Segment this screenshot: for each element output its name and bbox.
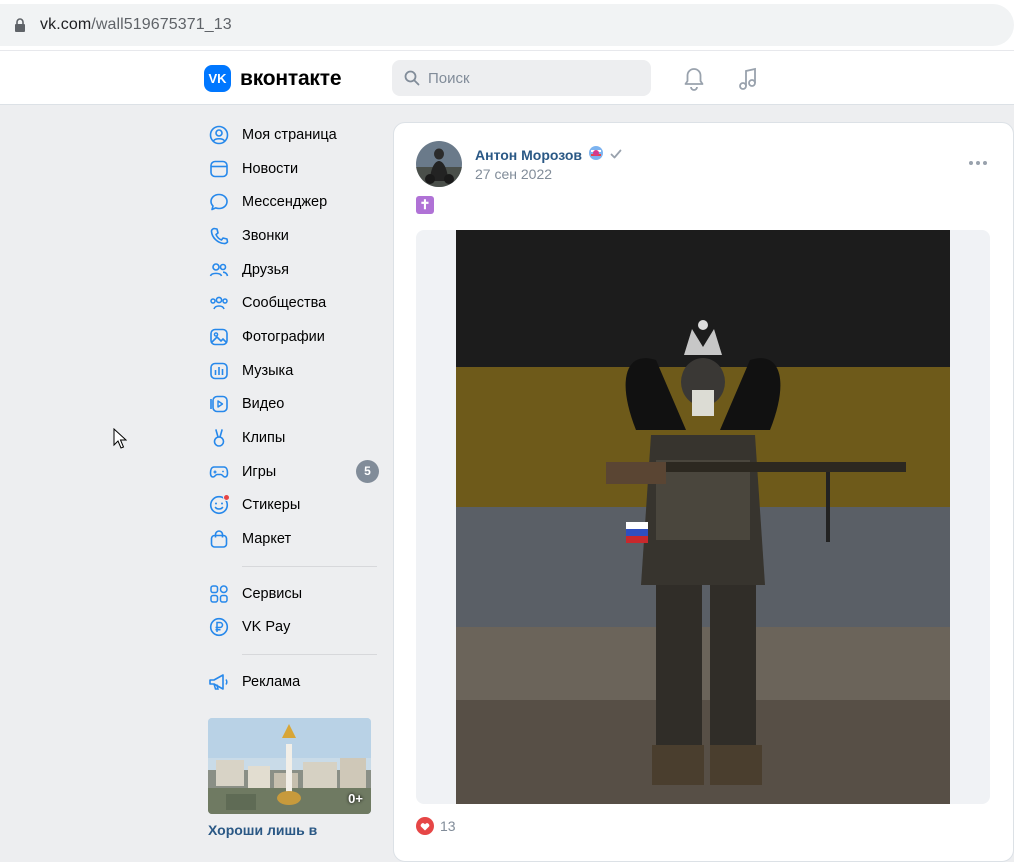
- wall-post: Антон Морозов 27 сен 2022 ✝ 13: [393, 122, 1014, 862]
- vk-logo-text: вконтакте: [240, 66, 342, 90]
- sticker-icon: [208, 494, 230, 516]
- vkpay-icon: [208, 616, 230, 638]
- news-icon: [208, 158, 230, 180]
- sidebar-item-label: Видео: [242, 396, 285, 413]
- sidebar-item-messenger[interactable]: Мессенджер: [204, 185, 384, 219]
- sidebar-item-label: Моя страница: [242, 126, 337, 143]
- communities-icon: [208, 292, 230, 314]
- sidebar-item-label: Стикеры: [242, 497, 301, 514]
- sidebar-item-photos[interactable]: Фотографии: [204, 320, 384, 354]
- promo-image[interactable]: 0+: [208, 718, 371, 814]
- music-icon: [208, 360, 230, 382]
- search-input[interactable]: [428, 69, 628, 87]
- sidebar-divider: [242, 654, 377, 656]
- like-count: 13: [440, 818, 456, 834]
- message-icon: [208, 191, 230, 213]
- vk-logo-mark: VK: [204, 65, 231, 92]
- sidebar-item-label: Друзья: [242, 261, 290, 278]
- promo-title[interactable]: Хороши лишь в: [208, 822, 371, 838]
- sidebar-item-label: Маркет: [242, 531, 292, 548]
- clips-icon: [208, 427, 230, 449]
- search-icon: [404, 70, 420, 86]
- notifications-bell-icon[interactable]: [681, 66, 707, 92]
- gamepad-icon: [208, 461, 230, 483]
- sidebar-item-label: VK Pay: [242, 619, 291, 636]
- lock-icon: [14, 18, 26, 32]
- sidebar-item-label: Клипы: [242, 430, 286, 447]
- verified-check-icon: [610, 147, 622, 163]
- sidebar-item-clips[interactable]: Клипы: [204, 421, 384, 455]
- dot: [969, 161, 973, 165]
- url-path: /wall519675371_13: [91, 16, 232, 33]
- dot: [976, 161, 980, 165]
- avatar[interactable]: [416, 141, 462, 187]
- vk-header: VK вконтакте: [0, 50, 1014, 105]
- sidebar-item-label: Сообщества: [242, 295, 327, 312]
- sidebar-item-services[interactable]: Сервисы: [204, 577, 384, 611]
- sidebar-item-communities[interactable]: Сообщества: [204, 286, 384, 320]
- megaphone-icon: [208, 671, 230, 693]
- games-count-badge: 5: [356, 459, 379, 483]
- sidebar-item-label: Мессенджер: [242, 194, 328, 211]
- age-rating-badge: 0+: [348, 791, 363, 806]
- post-text-emoji: ✝: [416, 196, 434, 214]
- sidebar-divider: [242, 565, 377, 567]
- post-photo-container[interactable]: [416, 230, 990, 804]
- sidebar-item-games[interactable]: Игры 5: [204, 455, 384, 489]
- url-host: vk.com: [40, 16, 92, 33]
- post-date[interactable]: 27 сен 2022: [475, 166, 552, 182]
- friends-icon: [208, 259, 230, 281]
- sidebar-item-label: Звонки: [242, 227, 289, 244]
- search-box[interactable]: [392, 60, 651, 96]
- sidebar-item-ads[interactable]: Реклама: [204, 665, 384, 699]
- sidebar-item-market[interactable]: Маркет: [204, 522, 384, 556]
- sidebar-item-news[interactable]: Новости: [204, 152, 384, 186]
- sidebar-item-label: Музыка: [242, 362, 294, 379]
- sidebar-item-video[interactable]: Видео: [204, 388, 384, 422]
- like-button[interactable]: 13: [416, 817, 456, 835]
- photo-icon: [208, 326, 230, 348]
- mouse-cursor-icon: [113, 428, 127, 449]
- sidebar-item-label: Фотографии: [242, 328, 325, 345]
- sidebar-item-label: Новости: [242, 160, 299, 177]
- market-bag-icon: [208, 528, 230, 550]
- video-icon: [208, 393, 230, 415]
- user-circle-icon: [208, 124, 230, 146]
- sidebar-item-calls[interactable]: Звонки: [204, 219, 384, 253]
- dot: [983, 161, 987, 165]
- sidebar-item-stickers[interactable]: Стикеры: [204, 489, 384, 523]
- sidebar-item-label: Игры: [242, 463, 277, 480]
- music-note-icon[interactable]: [735, 66, 761, 92]
- url-text: vk.com/wall519675371_13: [40, 16, 232, 34]
- promo-card[interactable]: 0+ Хороши лишь в: [208, 718, 371, 838]
- sidebar-item-music[interactable]: Музыка: [204, 354, 384, 388]
- left-sidebar: Моя страница Новости Мессенджер Звонки Д…: [204, 118, 384, 699]
- author-name[interactable]: Антон Морозов: [475, 147, 582, 163]
- sidebar-item-label: Сервисы: [242, 585, 303, 602]
- sidebar-item-vk-pay[interactable]: VK Pay: [204, 611, 384, 645]
- sidebar-item-label: Реклама: [242, 674, 301, 691]
- heart-icon: [416, 817, 434, 835]
- vk-logo[interactable]: VK вконтакте: [204, 65, 341, 92]
- post-author[interactable]: Антон Морозов: [475, 145, 622, 164]
- address-bar[interactable]: vk.com/wall519675371_13: [0, 4, 1014, 46]
- emoji-status-icon: [588, 145, 604, 164]
- services-icon: [208, 583, 230, 605]
- phone-icon: [208, 225, 230, 247]
- post-photo[interactable]: [456, 230, 950, 804]
- browser-toolbar: vk.com/wall519675371_13: [0, 0, 1014, 50]
- sidebar-item-friends[interactable]: Друзья: [204, 253, 384, 287]
- sidebar-item-my-page[interactable]: Моя страница: [204, 118, 384, 152]
- post-menu-button[interactable]: [969, 161, 987, 165]
